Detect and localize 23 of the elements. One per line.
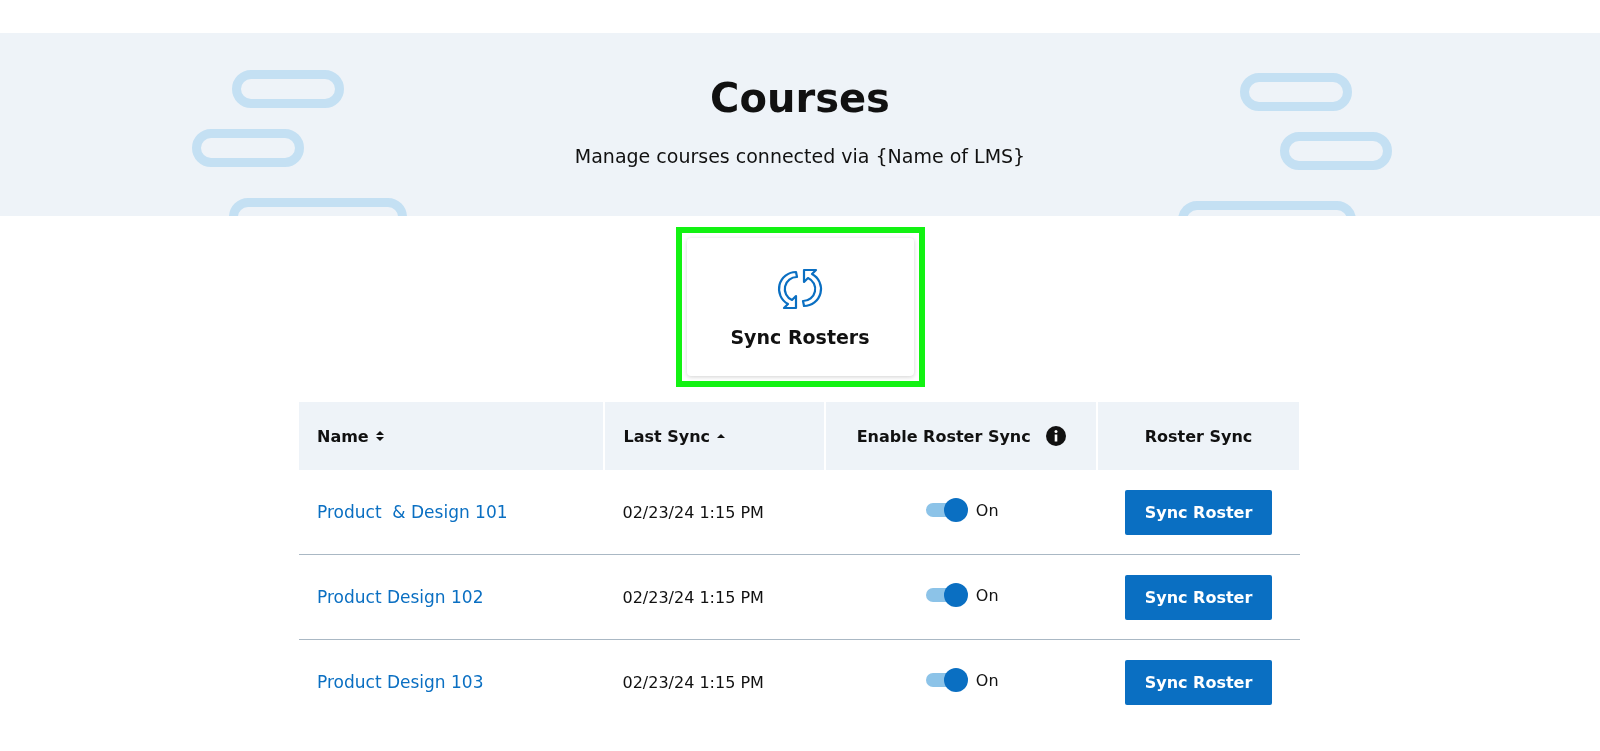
sync-roster-button[interactable]: Sync Roster	[1124, 574, 1273, 620]
sync-roster-button[interactable]: Sync Roster	[1124, 489, 1273, 535]
last-sync-time: 02/23/24 1:15 PM	[622, 672, 764, 692]
last-sync-time: 02/23/24 1:15 PM	[622, 587, 764, 607]
page-title: Courses	[710, 75, 890, 121]
course-link[interactable]: Product Design 102	[317, 587, 484, 607]
column-header[interactable]: Roster Sync	[1097, 402, 1300, 470]
info-icon[interactable]	[1045, 426, 1066, 446]
toggle-label: On	[975, 670, 999, 690]
sync-rosters-button[interactable]: Sync Rosters	[686, 238, 914, 376]
last-sync-time: 02/23/24 1:15 PM	[622, 502, 764, 522]
sync-roster-button[interactable]: Sync Roster	[1124, 659, 1273, 705]
page-subtitle: Manage courses connected via {Name of LMS}	[574, 145, 1026, 167]
sort-icon	[375, 430, 384, 442]
course-link[interactable]: Product Design 103	[317, 672, 484, 692]
sort-ascending-icon	[717, 433, 725, 439]
course-link[interactable]: Product & Design 101	[317, 502, 508, 522]
toggle-label: On	[975, 585, 999, 605]
column-header[interactable]: Enable Roster Sync	[825, 402, 1097, 470]
toggle-label: On	[975, 500, 999, 520]
column-header[interactable]: Name	[299, 402, 605, 470]
sync-icon	[776, 266, 824, 312]
column-header[interactable]: Last Sync	[604, 402, 826, 470]
